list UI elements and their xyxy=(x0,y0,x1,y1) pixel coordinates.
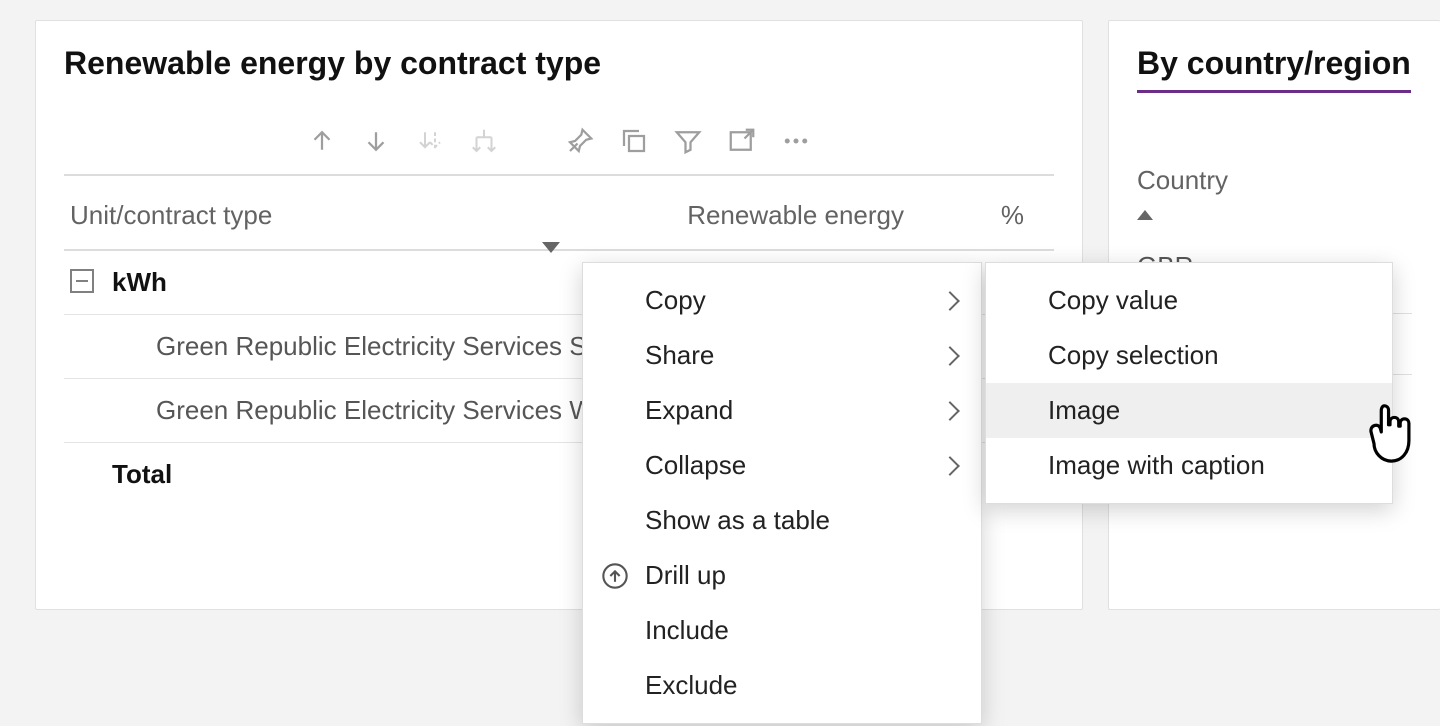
menu-show-as-table[interactable]: Show as a table xyxy=(583,493,981,548)
chevron-right-icon xyxy=(940,401,960,421)
submenu-copy-selection[interactable]: Copy selection xyxy=(986,328,1392,383)
column-renewable-energy[interactable]: Renewable energy xyxy=(590,200,944,231)
drill-down-icon[interactable] xyxy=(361,126,391,156)
column-country[interactable]: Country xyxy=(1137,165,1412,233)
submenu-image-with-caption[interactable]: Image with caption xyxy=(986,438,1392,493)
drill-up-icon[interactable] xyxy=(307,126,337,156)
chevron-right-icon xyxy=(940,291,960,311)
table-row[interactable]: GBR xyxy=(1137,233,1412,263)
menu-label: Expand xyxy=(645,395,733,426)
submenu-image[interactable]: Image xyxy=(986,383,1392,438)
menu-share[interactable]: Share xyxy=(583,328,981,383)
menu-label: Include xyxy=(645,615,729,646)
copy-icon[interactable] xyxy=(619,126,649,156)
menu-label: Share xyxy=(645,340,714,371)
filter-icon[interactable] xyxy=(673,126,703,156)
sort-asc-icon xyxy=(1137,210,1153,220)
menu-copy[interactable]: Copy xyxy=(583,273,981,328)
column-unit-contract[interactable]: Unit/contract type xyxy=(70,200,590,231)
visual-toolbar xyxy=(64,118,1054,176)
pin-icon[interactable] xyxy=(565,126,595,156)
tab-by-country[interactable]: By country/region xyxy=(1137,45,1411,93)
menu-label: Copy selection xyxy=(1048,340,1219,371)
column-label: Country xyxy=(1137,165,1228,195)
collapse-icon[interactable] xyxy=(70,269,94,293)
menu-exclude[interactable]: Exclude xyxy=(583,658,981,713)
menu-label: Show as a table xyxy=(645,505,830,536)
menu-expand[interactable]: Expand xyxy=(583,383,981,438)
column-label: Renewable energy xyxy=(687,200,904,230)
table-header: Unit/contract type Renewable energy % xyxy=(64,182,1054,251)
menu-label: Copy xyxy=(645,285,706,316)
menu-label: Copy value xyxy=(1048,285,1178,316)
menu-label: Drill up xyxy=(645,560,726,591)
menu-label: Exclude xyxy=(645,670,738,701)
drill-up-circle-icon xyxy=(601,562,629,590)
expand-down-level-icon[interactable] xyxy=(415,126,445,156)
menu-include[interactable]: Include xyxy=(583,603,981,658)
focus-mode-icon[interactable] xyxy=(727,126,757,156)
chevron-right-icon xyxy=(940,456,960,476)
menu-label: Image xyxy=(1048,395,1120,426)
menu-label: Collapse xyxy=(645,450,746,481)
menu-drill-up[interactable]: Drill up xyxy=(583,548,981,603)
submenu-copy-value[interactable]: Copy value xyxy=(986,273,1392,328)
context-submenu-copy: Copy value Copy selection Image Image wi… xyxy=(985,262,1393,504)
sort-desc-icon xyxy=(542,242,560,253)
menu-collapse[interactable]: Collapse xyxy=(583,438,981,493)
context-menu: Copy Share Expand Collapse Show as a tab… xyxy=(582,262,982,724)
visual-title: Renewable energy by contract type xyxy=(64,45,1054,82)
menu-label: Image with caption xyxy=(1048,450,1265,481)
expand-hierarchy-icon[interactable] xyxy=(469,126,499,156)
column-percent[interactable]: % xyxy=(944,200,1044,231)
chevron-right-icon xyxy=(940,346,960,366)
more-options-icon[interactable] xyxy=(781,126,811,156)
